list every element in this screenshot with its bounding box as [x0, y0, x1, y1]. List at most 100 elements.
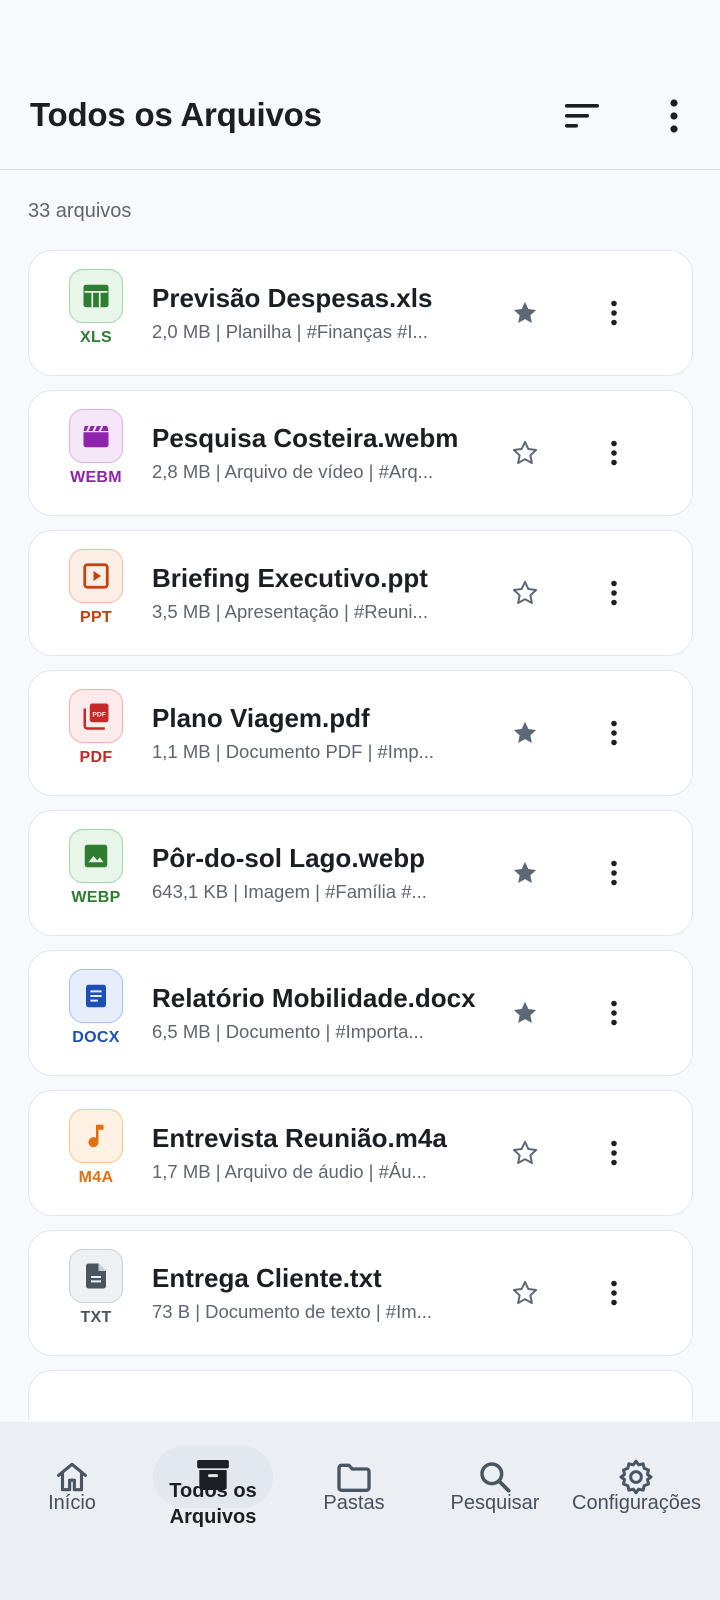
more-vertical-icon — [611, 300, 617, 326]
sort-button[interactable] — [562, 98, 602, 134]
file-name: Briefing Executivo.ppt — [152, 563, 428, 593]
file-card[interactable]: TXT Entrega Cliente.txt 73 B | Documento… — [28, 1230, 693, 1356]
file-more-options-button[interactable] — [599, 715, 629, 751]
file-card[interactable]: DOCX Relatório Mobilidade.docx 6,5 MB | … — [28, 950, 693, 1076]
favorite-toggle-button[interactable] — [507, 855, 543, 891]
file-card[interactable]: WEBM Pesquisa Costeira.webm 2,8 MB | Arq… — [28, 390, 693, 516]
star-outline-icon — [512, 440, 538, 465]
file-list: XLS Previsão Despesas.xls 2,0 MB | Plani… — [28, 250, 693, 1420]
file-extension-label: PPT — [79, 609, 113, 626]
more-vertical-icon — [670, 99, 678, 133]
file-extension-label: WEBM — [70, 469, 122, 486]
more-vertical-icon — [611, 1280, 617, 1306]
file-details: 3,5 MB | Apresentação | #Reuni... — [152, 601, 428, 622]
file-card[interactable]: WEBP Pôr-do-sol Lago.webp 643,1 KB | Ima… — [28, 810, 693, 936]
star-filled-icon — [513, 721, 537, 744]
file-details: 1,1 MB | Documento PDF | #Imp... — [152, 741, 435, 762]
pdf-icon: PDF — [81, 701, 111, 731]
file-extension-label: TXT — [80, 1309, 112, 1326]
file-details: 73 B | Documento de texto | #Im... — [152, 1301, 433, 1322]
more-vertical-icon — [611, 860, 617, 886]
nav-label: Todos os Arquivos — [169, 1480, 257, 1528]
file-name: Entrevista Reunião.m4a — [152, 1123, 447, 1153]
file-more-options-button[interactable] — [599, 1135, 629, 1171]
nav-label: Configurações — [572, 1492, 701, 1514]
file-extension-label: DOCX — [72, 1029, 120, 1046]
file-extension-label: XLS — [79, 329, 113, 346]
nav-label: Pastas — [323, 1492, 385, 1514]
nav-item-search[interactable]: Pesquisar — [423, 1422, 567, 1600]
file-name: Relatório Mobilidade.docx — [152, 983, 476, 1013]
file-more-options-button[interactable] — [599, 995, 629, 1031]
more-vertical-icon — [611, 440, 617, 466]
favorite-toggle-button[interactable] — [507, 575, 543, 611]
file-extension-label: WEBP — [71, 889, 121, 906]
nav-label: Pesquisar — [450, 1492, 540, 1514]
file-details: 6,5 MB | Documento | #Importa... — [152, 1021, 424, 1042]
file-card[interactable]: PPT Briefing Executivo.ppt 3,5 MB | Apre… — [28, 530, 693, 656]
file-card[interactable]: M4A Entrevista Reunião.m4a 1,7 MB | Arqu… — [28, 1090, 693, 1216]
star-filled-icon — [513, 1001, 537, 1024]
file-more-options-button[interactable] — [599, 575, 629, 611]
file-more-options-button[interactable] — [599, 295, 629, 331]
file-type-badge — [69, 829, 123, 883]
favorite-toggle-button[interactable] — [507, 995, 543, 1031]
star-filled-icon — [513, 861, 537, 884]
page-title: Todos os Arquivos — [30, 96, 322, 133]
music-note-icon — [81, 1121, 111, 1151]
file-type-badge — [69, 1249, 123, 1303]
document-icon — [81, 981, 111, 1011]
file-details: 2,0 MB | Planilha | #Finanças #I... — [152, 321, 428, 342]
file-name: Pôr-do-sol Lago.webp — [152, 843, 425, 873]
more-vertical-icon — [611, 1000, 617, 1026]
more-vertical-icon — [611, 1140, 617, 1166]
file-details: 643,1 KB | Imagem | #Família #... — [152, 881, 427, 902]
file-name: Entrega Cliente.txt — [152, 1263, 382, 1293]
file-type-badge — [69, 1109, 123, 1163]
more-vertical-icon — [611, 720, 617, 746]
file-type-badge — [69, 409, 123, 463]
favorite-toggle-button[interactable] — [507, 715, 543, 751]
file-type-badge — [69, 969, 123, 1023]
movie-icon — [81, 421, 111, 451]
file-name: Pesquisa Costeira.webm — [152, 423, 459, 453]
text-file-icon — [81, 1261, 111, 1291]
star-filled-icon — [513, 301, 537, 324]
file-more-options-button[interactable] — [599, 435, 629, 471]
favorite-toggle-button[interactable] — [507, 1135, 543, 1171]
file-count: 33 arquivos — [28, 200, 132, 222]
file-card[interactable]: XLS Previsão Despesas.xls 2,0 MB | Plani… — [28, 250, 693, 376]
star-outline-icon — [512, 1280, 538, 1305]
favorite-toggle-button[interactable] — [507, 435, 543, 471]
sort-icon — [565, 104, 599, 128]
file-details: 2,8 MB | Arquivo de vídeo | #Arq... — [152, 461, 434, 482]
file-more-options-button[interactable] — [599, 1275, 629, 1311]
star-outline-icon — [512, 1140, 538, 1165]
file-card[interactable]: PDF PDF Plano Viagem.pdf 1,1 MB | Docume… — [28, 670, 693, 796]
svg-text:PDF: PDF — [92, 711, 106, 718]
image-icon — [81, 841, 111, 871]
app-bar: Todos os Arquivos — [0, 0, 720, 170]
nav-label: Início — [48, 1492, 96, 1514]
file-extension-label: M4A — [78, 1169, 114, 1186]
table-icon — [81, 281, 111, 311]
file-type-badge — [69, 269, 123, 323]
file-more-options-button[interactable] — [599, 855, 629, 891]
more-vertical-icon — [611, 580, 617, 606]
star-outline-icon — [512, 580, 538, 605]
file-name: Previsão Despesas.xls — [152, 283, 433, 313]
file-name: Plano Viagem.pdf — [152, 703, 370, 733]
favorite-toggle-button[interactable] — [507, 295, 543, 331]
nav-item-settings[interactable]: Configurações — [564, 1422, 708, 1600]
file-card[interactable] — [28, 1370, 693, 1420]
more-options-button[interactable] — [656, 96, 692, 136]
nav-item-home[interactable]: Início — [0, 1422, 144, 1600]
file-type-badge — [69, 549, 123, 603]
file-type-badge: PDF — [69, 689, 123, 743]
bottom-navigation: Início Todos os Arquivos Pastas Pesquisa… — [0, 1422, 720, 1600]
file-details: 1,7 MB | Arquivo de áudio | #Áu... — [152, 1161, 427, 1182]
favorite-toggle-button[interactable] — [507, 1275, 543, 1311]
slideshow-icon — [81, 561, 111, 591]
nav-item-all-files[interactable]: Todos os Arquivos — [141, 1422, 285, 1600]
nav-item-folders[interactable]: Pastas — [282, 1422, 426, 1600]
